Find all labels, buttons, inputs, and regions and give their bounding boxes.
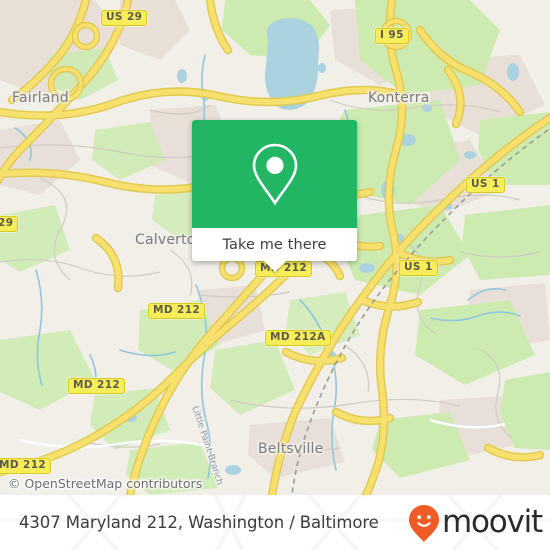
address-text: 4307 Maryland 212, Washington / Baltimor… (19, 513, 379, 532)
moovit-smiley-pin-icon (408, 504, 439, 542)
road-shield-md-212-c: MD 212 (68, 378, 126, 394)
road-shield-29: 29 (0, 216, 19, 232)
moovit-map-screenshot: Fairland Konterra Calverton Beltsville L… (0, 0, 550, 550)
road-shield-md-212-d: MD 212 (0, 458, 52, 474)
road-shield-us-1-a: US 1 (466, 177, 505, 193)
osm-attribution[interactable]: © OpenStreetMap contributors (8, 476, 202, 491)
take-me-there-button[interactable]: Take me there (192, 228, 357, 261)
popup-header (192, 120, 357, 228)
road-shield-md-212-b: MD 212 (148, 303, 206, 319)
map-canvas[interactable]: Fairland Konterra Calverton Beltsville L… (0, 0, 550, 495)
map-pin-icon (252, 143, 297, 206)
road-shield-us-1-b: US 1 (399, 260, 438, 276)
bottom-info-bar: 4307 Maryland 212, Washington / Baltimor… (0, 495, 550, 550)
road-shield-us-29: US 29 (101, 10, 148, 26)
moovit-wordmark: moovit (441, 504, 543, 540)
take-me-there-label: Take me there (222, 236, 327, 253)
popup-pointer-tail (263, 261, 286, 272)
moovit-brand[interactable]: moovit (407, 495, 543, 550)
road-shield-md-212a: MD 212A (265, 330, 331, 346)
destination-popup[interactable]: Take me there (192, 120, 357, 272)
road-shield-i-95: I 95 (375, 28, 409, 44)
